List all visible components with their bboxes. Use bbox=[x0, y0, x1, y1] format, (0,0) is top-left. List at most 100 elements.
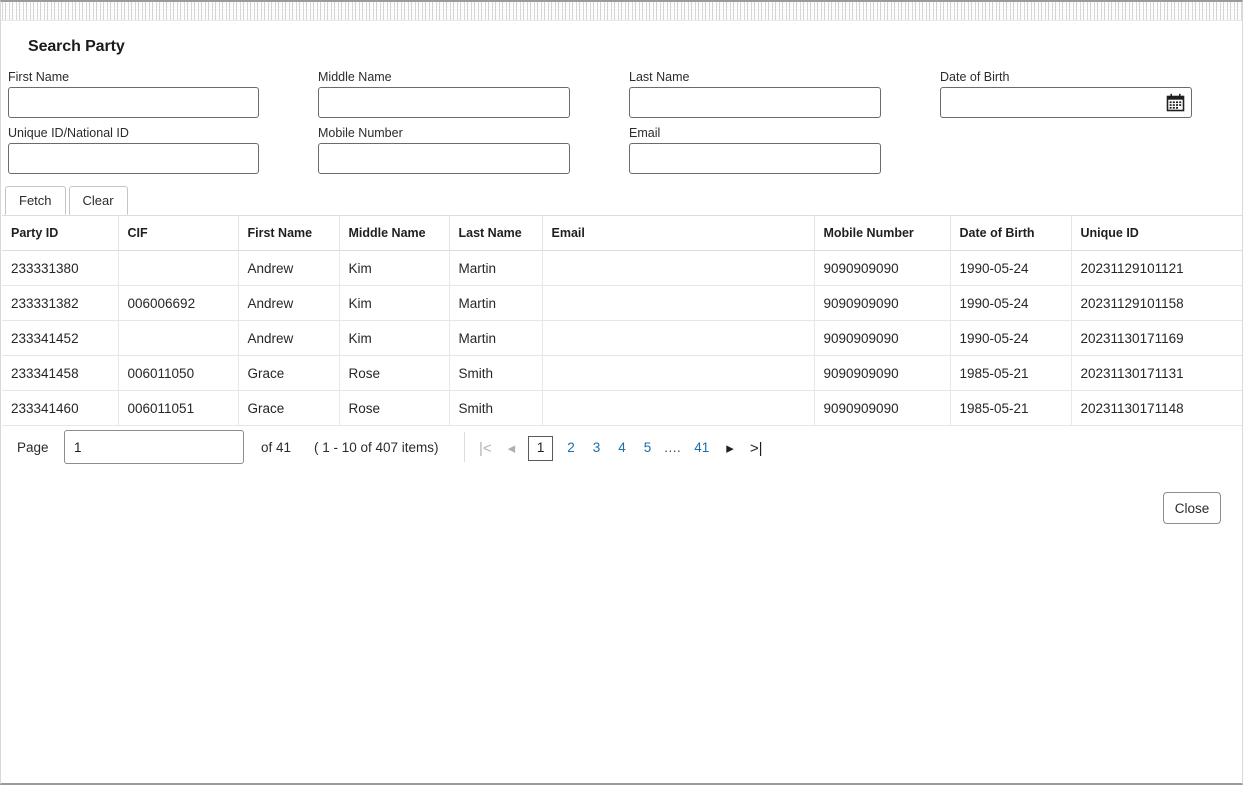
table-row[interactable]: 233341452 Andrew Kim Martin 9090909090 1… bbox=[2, 320, 1242, 356]
search-input-middle-name[interactable] bbox=[318, 87, 570, 118]
cell-middle-name: Rose bbox=[339, 355, 450, 391]
cell-email bbox=[542, 250, 815, 286]
field-email: Email bbox=[629, 126, 881, 174]
page-number-5[interactable]: 5 bbox=[635, 441, 661, 455]
cell-last-name: Martin bbox=[449, 285, 543, 321]
table-row[interactable]: 233331380 Andrew Kim Martin 9090909090 1… bbox=[2, 250, 1242, 286]
table-row[interactable]: 233331382 006006692 Andrew Kim Martin 90… bbox=[2, 285, 1242, 321]
cell-email bbox=[542, 320, 815, 356]
table-row[interactable]: 233341458 006011050 Grace Rose Smith 909… bbox=[2, 355, 1242, 391]
next-page-icon[interactable]: ▸ bbox=[718, 441, 742, 456]
field-label-middle-name: Middle Name bbox=[318, 70, 392, 84]
cell-party-id: 233341460 bbox=[2, 390, 119, 426]
pagination-total-pages: of 41 bbox=[261, 440, 292, 455]
search-results-table: Party ID CIF First Name Middle Name Last… bbox=[2, 215, 1242, 426]
cell-first-name: Grace bbox=[238, 390, 340, 426]
cell-cif bbox=[118, 250, 239, 286]
cell-date-of-birth: 1990-05-24 bbox=[950, 250, 1072, 286]
last-page-icon[interactable]: >| bbox=[742, 441, 771, 456]
date-of-birth-input-wrap bbox=[940, 87, 1192, 118]
field-middle-name: Middle Name bbox=[318, 70, 570, 118]
cell-mobile-number: 9090909090 bbox=[814, 250, 951, 286]
table-row[interactable]: 233341460 006011051 Grace Rose Smith 909… bbox=[2, 390, 1242, 426]
search-input-mobile-number[interactable] bbox=[318, 143, 570, 174]
table-header-row: Party ID CIF First Name Middle Name Last… bbox=[2, 215, 1242, 251]
column-header-date-of-birth[interactable]: Date of Birth bbox=[950, 215, 1072, 251]
cell-unique-id: 20231130171131 bbox=[1071, 355, 1242, 391]
cell-party-id: 233341452 bbox=[2, 320, 119, 356]
column-header-middle-name[interactable]: Middle Name bbox=[339, 215, 450, 251]
cell-cif bbox=[118, 320, 239, 356]
field-label-date-of-birth: Date of Birth bbox=[940, 70, 1010, 84]
cell-cif: 006011051 bbox=[118, 390, 239, 426]
form-action-buttons: Fetch Clear bbox=[5, 186, 131, 215]
cell-unique-id: 20231129101158 bbox=[1071, 285, 1242, 321]
field-last-name: Last Name bbox=[629, 70, 881, 118]
calendar-icon-button[interactable] bbox=[1165, 92, 1186, 113]
pagination-page-label: Page bbox=[17, 440, 49, 455]
cell-middle-name: Kim bbox=[339, 320, 450, 356]
cell-first-name: Grace bbox=[238, 355, 340, 391]
search-input-first-name[interactable] bbox=[8, 87, 259, 118]
fetch-button[interactable]: Fetch bbox=[5, 186, 66, 215]
field-label-mobile-number: Mobile Number bbox=[318, 126, 403, 140]
first-page-icon[interactable]: |< bbox=[471, 441, 500, 456]
page-number-41[interactable]: 41 bbox=[685, 441, 718, 455]
cell-date-of-birth: 1990-05-24 bbox=[950, 320, 1072, 356]
column-header-email[interactable]: Email bbox=[542, 215, 815, 251]
search-input-last-name[interactable] bbox=[629, 87, 881, 118]
search-party-window: Search Party First Name Middle Name Last… bbox=[0, 0, 1243, 785]
cell-first-name: Andrew bbox=[238, 320, 340, 356]
pagination-page-input[interactable] bbox=[64, 430, 244, 464]
cell-party-id: 233331382 bbox=[2, 285, 119, 321]
search-input-date-of-birth[interactable] bbox=[940, 87, 1192, 118]
field-label-first-name: First Name bbox=[8, 70, 70, 84]
cell-middle-name: Kim bbox=[339, 285, 450, 321]
cell-unique-id: 20231130171169 bbox=[1071, 320, 1242, 356]
page-number-1[interactable]: 1 bbox=[528, 435, 554, 461]
cell-mobile-number: 9090909090 bbox=[814, 355, 951, 391]
cell-mobile-number: 9090909090 bbox=[814, 320, 951, 356]
pagination-divider bbox=[464, 432, 465, 462]
column-header-last-name[interactable]: Last Name bbox=[449, 215, 543, 251]
clear-button[interactable]: Clear bbox=[68, 186, 128, 215]
column-header-party-id[interactable]: Party ID bbox=[2, 215, 119, 251]
cell-party-id: 233331380 bbox=[2, 250, 119, 286]
page-number-2[interactable]: 2 bbox=[558, 441, 584, 455]
search-input-unique-id[interactable] bbox=[8, 143, 259, 174]
window-top-texture-strip bbox=[1, 2, 1242, 20]
cell-date-of-birth: 1990-05-24 bbox=[950, 285, 1072, 321]
window-top-strip-divider bbox=[1, 20, 1242, 21]
pagination-item-range: ( 1 - 10 of 407 items) bbox=[314, 440, 439, 455]
cell-date-of-birth: 1985-05-21 bbox=[950, 355, 1072, 391]
pagination-bar: Page of 41 ( 1 - 10 of 407 items) |< ◂ 1… bbox=[1, 430, 1242, 466]
page-number-4[interactable]: 4 bbox=[609, 441, 635, 455]
cell-party-id: 233341458 bbox=[2, 355, 119, 391]
page-title: Search Party bbox=[28, 38, 125, 55]
cell-unique-id: 20231130171148 bbox=[1071, 390, 1242, 426]
page-number-3[interactable]: 3 bbox=[584, 441, 610, 455]
cell-first-name: Andrew bbox=[238, 285, 340, 321]
cell-last-name: Martin bbox=[449, 320, 543, 356]
cell-email bbox=[542, 390, 815, 426]
page-ellipsis: .... bbox=[664, 440, 682, 456]
pagination-controls: |< ◂ 1 2 3 4 5 .... 41 ▸ >| bbox=[471, 430, 770, 466]
cell-first-name: Andrew bbox=[238, 250, 340, 286]
column-header-cif[interactable]: CIF bbox=[118, 215, 239, 251]
cell-date-of-birth: 1985-05-21 bbox=[950, 390, 1072, 426]
column-header-unique-id[interactable]: Unique ID bbox=[1071, 215, 1242, 251]
cell-cif: 006011050 bbox=[118, 355, 239, 391]
cell-cif: 006006692 bbox=[118, 285, 239, 321]
close-button[interactable]: Close bbox=[1163, 492, 1221, 524]
field-first-name: First Name bbox=[8, 70, 259, 118]
cell-last-name: Smith bbox=[449, 390, 543, 426]
search-input-email[interactable] bbox=[629, 143, 881, 174]
field-label-email: Email bbox=[629, 126, 661, 140]
field-date-of-birth: Date of Birth bbox=[940, 70, 1192, 118]
cell-last-name: Martin bbox=[449, 250, 543, 286]
column-header-mobile-number[interactable]: Mobile Number bbox=[814, 215, 951, 251]
column-header-first-name[interactable]: First Name bbox=[238, 215, 340, 251]
previous-page-icon[interactable]: ◂ bbox=[500, 441, 524, 456]
cell-mobile-number: 9090909090 bbox=[814, 285, 951, 321]
field-mobile-number: Mobile Number bbox=[318, 126, 570, 174]
